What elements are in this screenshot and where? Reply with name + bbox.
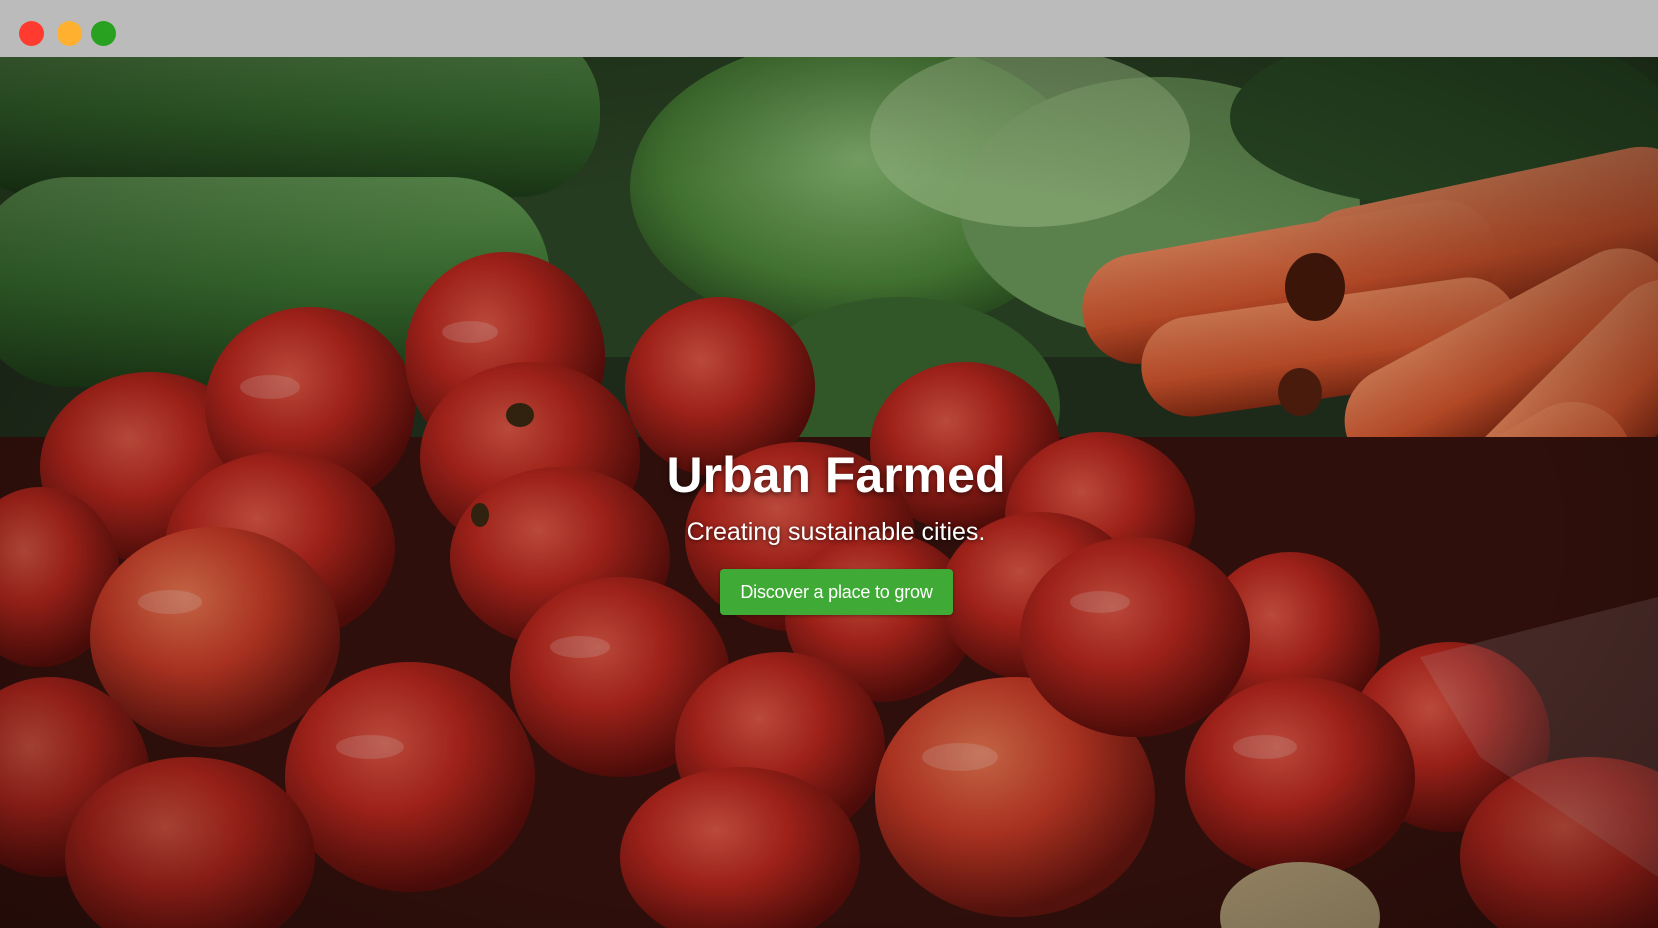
window-titlebar — [0, 0, 1658, 57]
hero-content: Urban Farmed Creating sustainable cities… — [0, 57, 1658, 928]
maximize-window-button[interactable] — [91, 21, 116, 46]
close-window-button[interactable] — [19, 21, 44, 46]
discover-place-button[interactable]: Discover a place to grow — [720, 569, 953, 615]
minimize-window-button[interactable] — [57, 21, 82, 46]
hero-section: Urban Farmed Creating sustainable cities… — [0, 57, 1658, 928]
browser-window: Urban Farmed Creating sustainable cities… — [0, 0, 1658, 928]
hero-subtitle: Creating sustainable cities. — [686, 518, 986, 546]
hero-title: Urban Farmed — [666, 447, 1006, 503]
